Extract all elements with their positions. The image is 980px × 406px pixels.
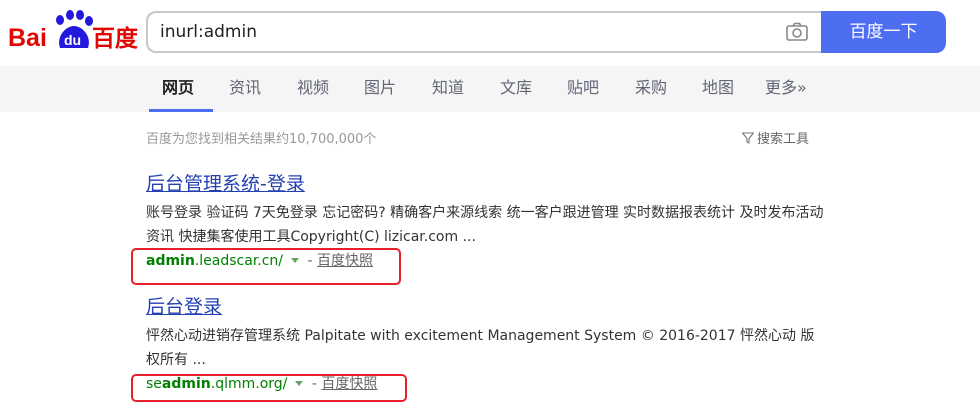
baidu-logo[interactable]: Bai du 百度: [8, 6, 140, 54]
search-tools-button[interactable]: 搜索工具: [741, 128, 810, 148]
tab-images[interactable]: 图片: [364, 66, 396, 112]
header: Bai du 百度 百度一下: [0, 0, 980, 66]
logo-text-left: Bai: [8, 24, 47, 52]
tab-procurement[interactable]: 采购: [635, 66, 667, 112]
result-description: 怦然心动进销存管理系统 Palpitate with excitement Ma…: [146, 328, 815, 368]
tab-more[interactable]: 更多»: [765, 66, 807, 112]
tab-wenku[interactable]: 文库: [500, 66, 532, 112]
svg-text:du: du: [64, 32, 81, 48]
active-tab-indicator: [149, 109, 213, 112]
tab-bar: 网页 资讯 视频 图片 知道 文库 贴吧 采购 地图 更多»: [0, 66, 980, 112]
svg-text:Bai: Bai: [8, 24, 47, 52]
search-tools-label: 搜索工具: [757, 132, 810, 147]
logo-text-right: 百度: [92, 25, 139, 52]
highlight-box-url-1: [131, 248, 401, 285]
search-input[interactable]: [160, 13, 760, 51]
funnel-icon: [741, 132, 755, 148]
result-title-link[interactable]: 后台登录: [146, 294, 826, 320]
search-box: [146, 11, 822, 53]
svg-text:百度: 百度: [92, 25, 139, 52]
tab-news[interactable]: 资讯: [229, 66, 261, 112]
result-title-link[interactable]: 后台管理系统-登录: [146, 171, 826, 197]
result-description: 账号登录 验证码 7天免登录 忘记密码? 精确客户来源线索 统一客户跟进管理 实…: [146, 205, 824, 245]
result-count: 百度为您找到相关结果约10,700,000个: [146, 132, 377, 147]
logo-text-paw: du: [64, 32, 81, 48]
highlight-box-url-2: [131, 374, 407, 402]
search-button[interactable]: 百度一下: [821, 11, 946, 53]
tab-zhidao[interactable]: 知道: [432, 66, 464, 112]
tab-web[interactable]: 网页: [162, 66, 194, 112]
tab-map[interactable]: 地图: [702, 66, 734, 112]
tab-video[interactable]: 视频: [297, 66, 329, 112]
camera-icon[interactable]: [786, 22, 808, 42]
tab-tieba[interactable]: 贴吧: [567, 66, 599, 112]
